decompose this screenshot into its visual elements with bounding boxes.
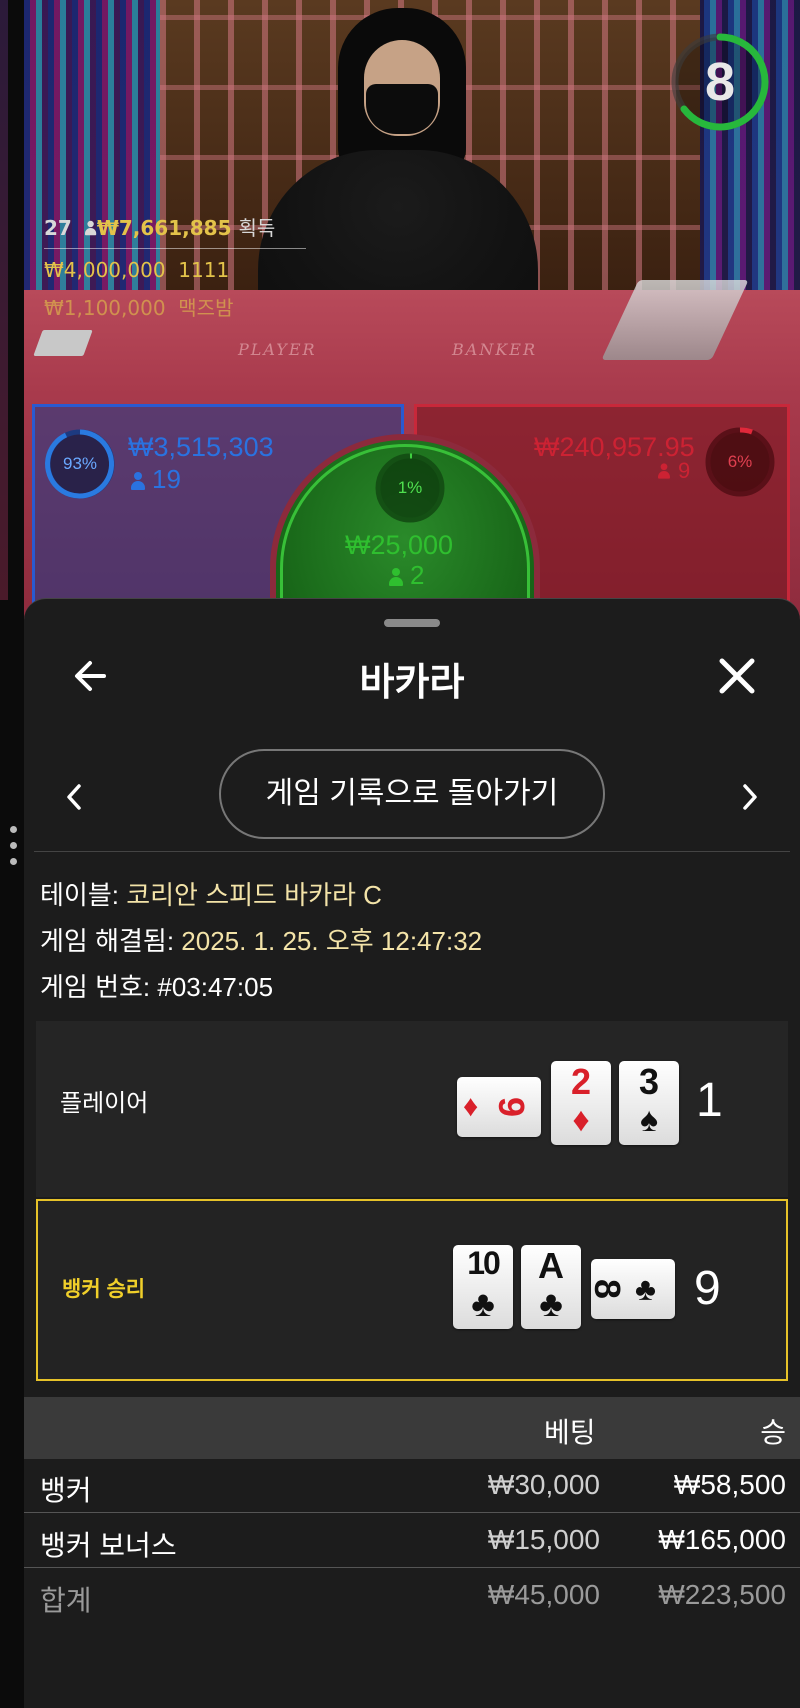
top-bet-2: ₩1,100,000 맥즈밤: [44, 292, 233, 321]
table-row: 뱅커 ₩30,000 ₩58,500: [24, 1459, 800, 1513]
card-suit: ♦: [463, 1090, 479, 1123]
bet-name: 뱅커: [40, 1475, 92, 1506]
tie-percent: 1%: [397, 478, 423, 497]
card-suit: ♣: [539, 1283, 563, 1324]
tie-bettors-count: 2: [410, 560, 425, 590]
banker-card-1: 10 ♣: [453, 1245, 513, 1329]
player-label: 플레이어: [60, 1090, 149, 1117]
top-bet-1-amount: ₩4,000,000: [44, 258, 166, 282]
bet-amount: ₩30,000: [487, 1469, 600, 1500]
sheet-divider: [34, 851, 790, 852]
previous-game-button[interactable]: [54, 769, 94, 825]
player-bet-amount: ₩3,515,303: [128, 432, 274, 462]
table-label: 테이블:: [40, 880, 127, 910]
card-suit: ♣: [471, 1283, 495, 1324]
person-icon: [657, 463, 671, 479]
close-button[interactable]: [710, 649, 764, 703]
player-card-1: ♦ 9: [457, 1077, 541, 1137]
back-button[interactable]: [64, 649, 118, 703]
resolved-label: 게임 해결됨:: [40, 926, 182, 956]
win-column-header: 승: [760, 1417, 786, 1448]
win-amount: ₩165,000: [658, 1524, 786, 1555]
handle-dot: [10, 826, 17, 833]
person-icon: [130, 472, 146, 490]
tie-bet-amount: ₩25,000: [345, 530, 454, 560]
more-options-handle[interactable]: [10, 826, 18, 874]
player-card-3: 3 ♠: [619, 1061, 679, 1145]
bet-name: 뱅커 보너스: [40, 1530, 177, 1561]
banker-score: 9: [694, 1262, 721, 1315]
players-won-line: 27 ₩7,661,885 획득: [44, 212, 275, 241]
chevron-left-icon: [67, 784, 81, 810]
player-score: 1: [696, 1074, 723, 1127]
win-amount: ₩58,500: [673, 1469, 786, 1500]
top-bet-2-user: 맥즈밤: [178, 296, 234, 320]
chevron-right-icon: [743, 784, 757, 810]
bet-column-header: 베팅: [544, 1417, 596, 1448]
game-number-info: 게임 번호: #03:47:05: [40, 967, 273, 1004]
resolved-time: 2025. 1. 25. 오후 12:47:32: [181, 926, 483, 956]
total-row: 합계 ₩45,000 ₩223,500: [24, 1569, 800, 1623]
handle-dot: [10, 842, 17, 849]
banker-bettors-count: 9: [678, 458, 691, 483]
live-video: PLAYER BANKER 27 ₩7,661,885 획득 ₩4,000,00…: [0, 0, 800, 640]
felt-banker-text: BANKER: [452, 340, 537, 359]
bet-amount: ₩15,000: [487, 1524, 600, 1555]
card-rank: 9: [491, 1096, 533, 1118]
game-detail-sheet: 바카라 게임 기록으로 돌아가기 테이블: 코리안 스피드 바카라 C 게임 해…: [24, 598, 800, 1708]
side-panel-preview: [0, 0, 8, 600]
banker-bet-players: 9: [656, 458, 690, 484]
person-icon: [388, 568, 404, 586]
total-win: ₩223,500: [658, 1579, 786, 1610]
card-rank: 3: [638, 1061, 660, 1102]
player-bettors-count: 19: [152, 464, 181, 494]
back-to-history-button[interactable]: 게임 기록으로 돌아가기: [219, 749, 605, 839]
banker-card-2: A ♣: [521, 1245, 581, 1329]
total-label: 합계: [40, 1585, 92, 1616]
table-info: 테이블: 코리안 스피드 바카라 C: [40, 875, 382, 912]
banker-percent: 6%: [727, 452, 753, 471]
sheet-drag-handle[interactable]: [384, 619, 440, 627]
card-rank: 8: [587, 1278, 629, 1300]
game-number-label: 게임 번호:: [40, 972, 158, 1002]
close-icon: [719, 658, 755, 694]
card-suit: ♠: [639, 1101, 659, 1139]
total-won-label: 획득: [238, 216, 276, 240]
person-icon: [84, 220, 97, 236]
player-percent: 93%: [62, 454, 98, 473]
card-rank: 10: [467, 1245, 501, 1281]
player-card-2: 2 ♦: [551, 1061, 611, 1145]
top-bet-2-amount: ₩1,100,000: [44, 296, 166, 320]
banker-win-label: 뱅커 승리: [62, 1278, 146, 1301]
hud-divider: [44, 248, 306, 249]
card-suit: ♣: [635, 1270, 656, 1307]
card-suit: ♦: [572, 1101, 590, 1139]
next-game-button[interactable]: [730, 769, 770, 825]
sheet-title: 바카라: [359, 662, 465, 704]
discard-tray: [33, 330, 93, 356]
handle-dot: [10, 858, 17, 865]
card-rank: A: [538, 1245, 564, 1286]
countdown-timer: 8: [704, 52, 736, 112]
tie-bet-players: 2: [388, 560, 424, 591]
banker-result: 뱅커 승리 10 ♣ A ♣ 8 ♣ 9: [36, 1199, 788, 1381]
top-bet-1-user: 1111: [178, 258, 230, 282]
banker-card-3: 8 ♣: [587, 1259, 675, 1319]
bets-table-header: 베팅 승: [24, 1397, 800, 1459]
felt-player-text: PLAYER: [238, 340, 317, 359]
arrow-left-icon: [75, 661, 106, 691]
resolved-info: 게임 해결됨: 2025. 1. 25. 오후 12:47:32: [40, 921, 482, 958]
table-name: 코리안 스피드 바카라 C: [126, 880, 382, 910]
player-result: 플레이어 ♦ 9 2 ♦ 3 ♠ 1: [36, 1021, 788, 1197]
top-bet-1: ₩4,000,000 1111: [44, 258, 229, 282]
player-bet-players: 19: [130, 464, 181, 495]
game-number: #03:47:05: [157, 972, 274, 1002]
table-row: 뱅커 보너스 ₩15,000 ₩165,000: [24, 1514, 800, 1568]
total-won: ₩7,661,885: [96, 216, 232, 240]
dealer-mask: [366, 84, 438, 134]
card-rank: 2: [570, 1061, 592, 1102]
players-count: 27: [44, 216, 72, 240]
total-bet: ₩45,000: [487, 1579, 600, 1610]
